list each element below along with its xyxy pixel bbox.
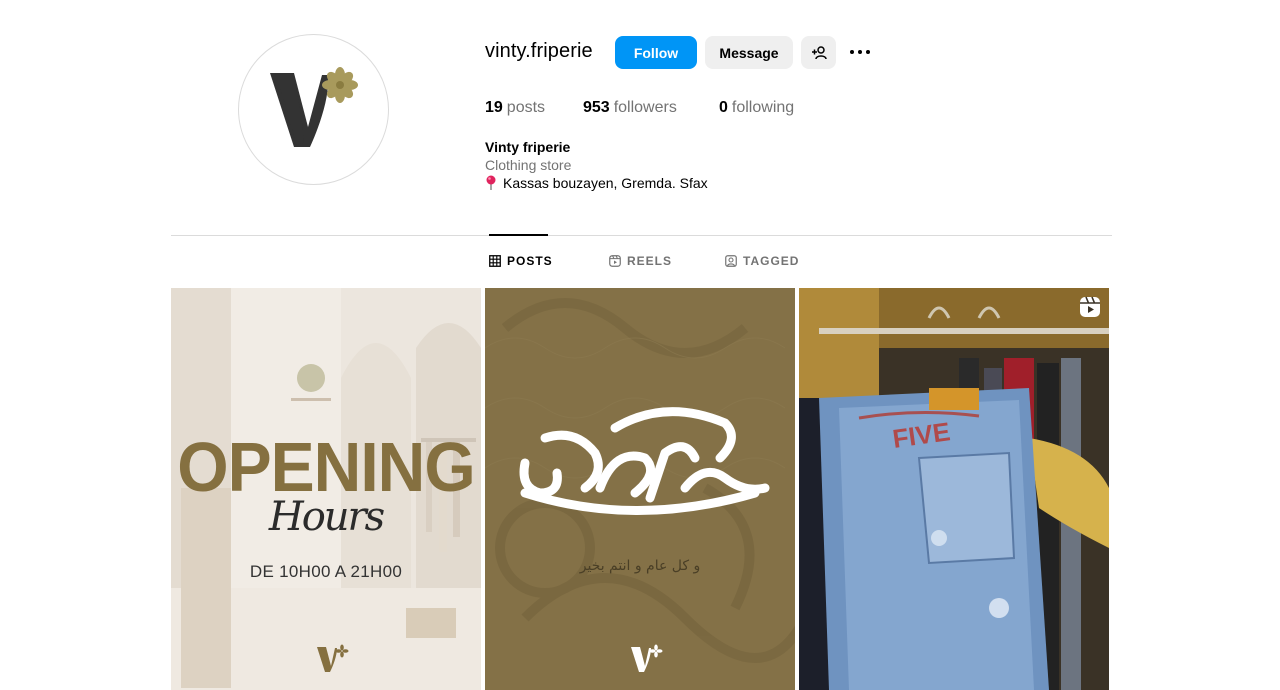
reel-icon: [1080, 296, 1100, 317]
bio-location: Kassas bouzayen, Gremda. Sfax: [485, 174, 708, 192]
more-options-button[interactable]: [848, 42, 872, 62]
tab-posts[interactable]: POSTS: [489, 254, 553, 268]
tagged-icon: [725, 255, 737, 267]
add-person-icon: [811, 45, 827, 59]
post-tile-jeans-reel[interactable]: FIVE: [799, 288, 1109, 690]
jeans-on-rack-photo: FIVE: [799, 288, 1109, 690]
bio-location-text: Kassas bouzayen, Gremda. Sfax: [503, 175, 708, 191]
grid-icon: [489, 255, 501, 267]
message-button[interactable]: Message: [705, 36, 793, 69]
profile-avatar[interactable]: [238, 34, 389, 185]
profile-username: vinty.friperie: [485, 40, 593, 62]
profile-bio: Vinty friperie Clothing store Kassas bou…: [485, 138, 708, 192]
dot-icon: [866, 50, 870, 54]
vinty-logo-icon: [317, 644, 349, 672]
tab-posts-label: POSTS: [507, 254, 553, 268]
followers-link[interactable]: 953 followers: [583, 99, 677, 117]
post-tile-eid-mubarak[interactable]: و كل عام و انتم بخير: [485, 288, 795, 690]
vinty-logo-icon: [631, 644, 663, 672]
eid-mubarak-calligraphy-image: [485, 288, 795, 690]
tabs-divider: [171, 235, 1112, 236]
suggested-users-button[interactable]: [801, 36, 836, 69]
posts-count: 19 posts: [485, 99, 545, 117]
post-detail: و كل عام و انتم بخير: [579, 558, 701, 574]
active-tab-indicator: [489, 234, 548, 236]
followers-count-value: 953: [583, 99, 610, 116]
posts-count-label: posts: [506, 99, 546, 116]
post-subtitle: Hours: [268, 494, 385, 540]
dot-icon: [850, 50, 854, 54]
follow-button[interactable]: Follow: [615, 36, 697, 69]
bio-category: Clothing store: [485, 157, 572, 173]
bio-full-name: Vinty friperie: [485, 139, 571, 155]
following-count-value: 0: [719, 99, 728, 116]
post-detail: DE 10H00 A 21H00: [249, 562, 403, 581]
dot-icon: [858, 50, 862, 54]
tab-reels-label: REELS: [627, 254, 673, 268]
vinty-logo-icon: [269, 66, 358, 147]
round-pushpin-icon: [486, 175, 496, 190]
post-title: OPENING: [177, 428, 475, 506]
following-count-label: following: [731, 99, 795, 116]
followers-count-label: followers: [613, 99, 677, 116]
posts-count-value: 19: [485, 99, 503, 116]
tab-tagged-label: TAGGED: [743, 254, 800, 268]
tab-tagged[interactable]: TAGGED: [725, 254, 799, 268]
post-tile-opening-hours[interactable]: OPENING Hours DE 10H00 A 21H00: [171, 288, 481, 690]
reels-icon: [609, 255, 621, 267]
tab-reels[interactable]: REELS: [609, 254, 672, 268]
following-link[interactable]: 0 following: [719, 99, 794, 117]
